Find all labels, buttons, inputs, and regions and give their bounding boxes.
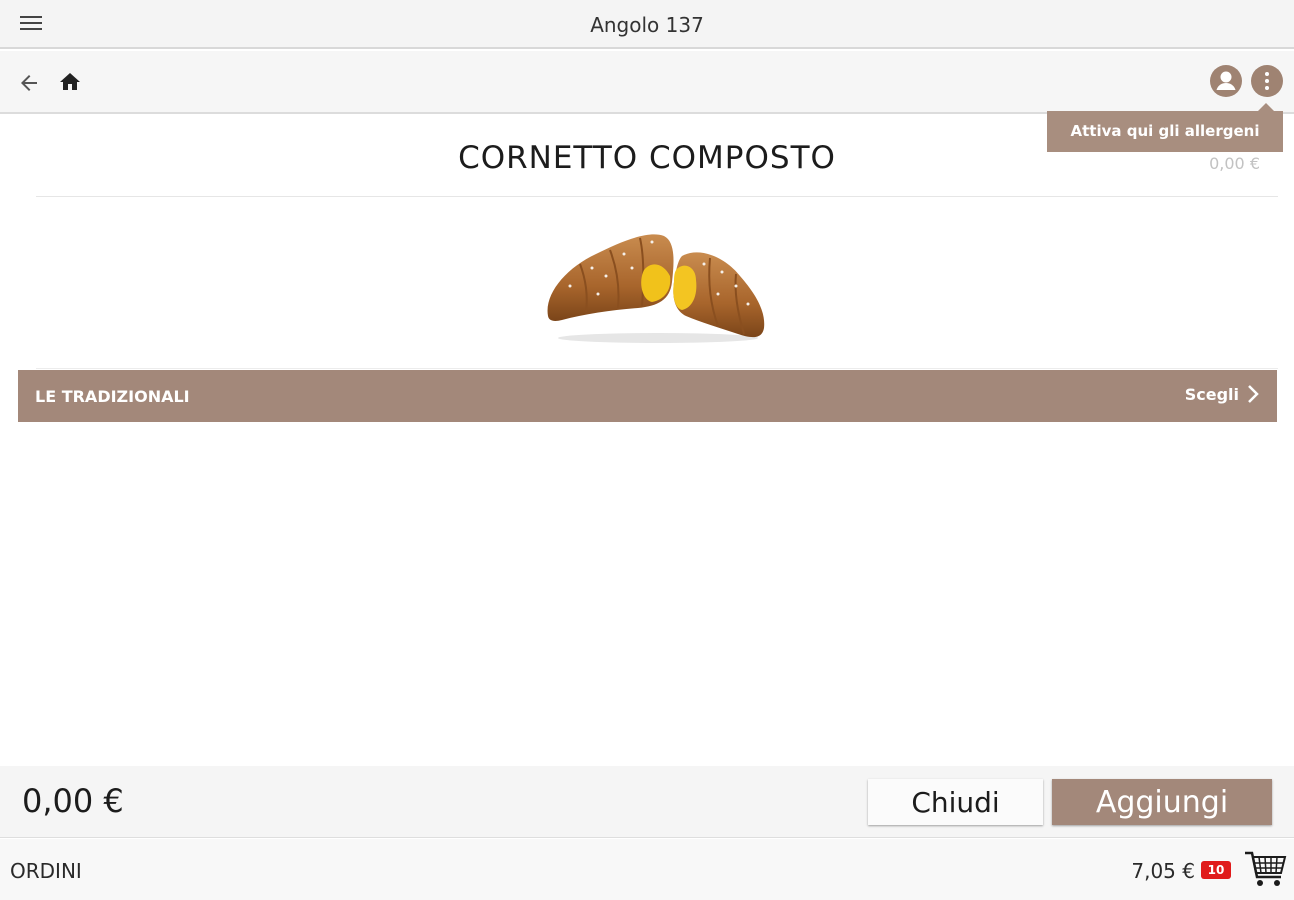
close-button[interactable]: Chiudi [868, 779, 1043, 825]
divider [36, 196, 1278, 197]
cart-icon[interactable] [1243, 849, 1287, 889]
tooltip-arrow [1258, 103, 1274, 111]
action-bar: 0,00 € Chiudi Aggiungi [0, 766, 1294, 838]
add-button[interactable]: Aggiungi [1052, 779, 1272, 825]
chevron-right-icon [1248, 385, 1259, 403]
category-option-bar[interactable]: LE TRADIZIONALI Scegli [18, 370, 1277, 422]
user-account-icon[interactable] [1210, 65, 1242, 97]
total-price: 0,00 € [22, 782, 124, 820]
orders-bar: ORDINI 7,05 € 10 [0, 839, 1294, 900]
home-icon[interactable] [58, 70, 82, 94]
navigation-bar [0, 51, 1294, 114]
product-price: 0,00 € [1209, 154, 1260, 173]
choose-button[interactable]: Scegli [1185, 384, 1259, 404]
product-title: CORNETTO COMPOSTO [458, 140, 836, 176]
product-image [547, 234, 765, 343]
orders-label[interactable]: ORDINI [10, 859, 82, 883]
category-label: LE TRADIZIONALI [35, 387, 190, 406]
app-title: Angolo 137 [590, 13, 704, 37]
choose-label: Scegli [1184, 384, 1239, 404]
orders-count-badge: 10 [1201, 861, 1231, 879]
more-vertical-icon[interactable] [1251, 65, 1283, 97]
orders-total: 7,05 € [1131, 859, 1195, 883]
divider [36, 368, 1278, 369]
back-arrow-icon[interactable] [17, 71, 41, 95]
app-bar: Angolo 137 [0, 0, 1294, 49]
